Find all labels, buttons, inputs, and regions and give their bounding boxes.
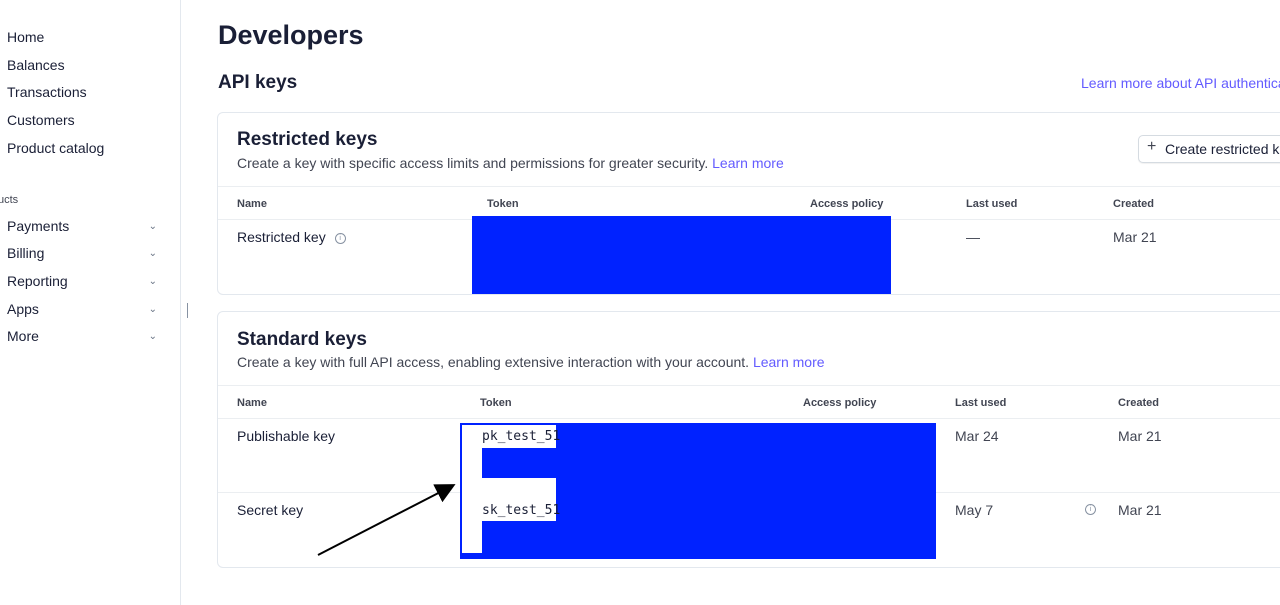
sidebar-section-label: ucts xyxy=(0,194,19,206)
sidebar-resize-handle[interactable] xyxy=(187,303,188,318)
secret-key-last-used: May 7 xyxy=(955,502,994,518)
publishable-key-name: Publishable key xyxy=(237,428,336,444)
column-header-created: Created xyxy=(1113,198,1154,210)
divider xyxy=(218,418,1280,419)
secret-key-token[interactable]: sk_test_51 xyxy=(482,503,560,518)
chevron-down-icon: ⌄ xyxy=(148,275,157,287)
publishable-key-token[interactable]: pk_test_51 xyxy=(482,429,560,444)
learn-more-api-auth-link[interactable]: Learn more about API authentica xyxy=(1081,75,1280,91)
column-header-access-policy: Access policy xyxy=(803,397,877,409)
secret-key-name: Secret key xyxy=(237,502,304,518)
plus-icon: + xyxy=(1147,138,1157,155)
section-title-api-keys: API keys xyxy=(218,72,298,93)
restricted-key-last-used: — xyxy=(966,229,980,245)
sidebar-item-more[interactable]: More ⌄ xyxy=(7,328,159,344)
create-restricted-key-button[interactable]: + Create restricted ke xyxy=(1138,135,1280,163)
publishable-key-created: Mar 21 xyxy=(1118,428,1162,444)
column-header-access-policy: Access policy xyxy=(810,198,884,210)
sidebar: Home Balances Transactions Customers Pro… xyxy=(0,0,181,605)
column-header-last-used: Last used xyxy=(966,198,1018,210)
info-icon[interactable]: i xyxy=(1085,504,1096,515)
divider xyxy=(218,186,1280,187)
info-icon[interactable]: i xyxy=(334,232,346,244)
redacted-restricted-token xyxy=(472,216,891,294)
divider xyxy=(218,385,1280,386)
chevron-down-icon: ⌄ xyxy=(148,303,157,315)
restricted-key-created: Mar 21 xyxy=(1113,229,1157,245)
column-header-token: Token xyxy=(487,198,519,210)
column-header-name: Name xyxy=(237,198,267,210)
column-header-last-used: Last used xyxy=(955,397,1007,409)
sidebar-item-billing[interactable]: Billing ⌄ xyxy=(7,245,159,261)
sidebar-item-apps[interactable]: Apps ⌄ xyxy=(7,301,159,317)
sidebar-item-product-catalog[interactable]: Product catalog xyxy=(7,140,159,156)
sidebar-item-customers[interactable]: Customers xyxy=(7,112,159,128)
page-title: Developers xyxy=(218,20,364,50)
standard-keys-title: Standard keys xyxy=(237,329,367,350)
restricted-key-name[interactable]: Restricted key i xyxy=(237,229,346,245)
sidebar-item-transactions[interactable]: Transactions xyxy=(7,84,159,100)
chevron-down-icon: ⌄ xyxy=(148,220,157,232)
chevron-down-icon: ⌄ xyxy=(148,330,157,342)
sidebar-item-home[interactable]: Home xyxy=(7,29,159,45)
column-header-name: Name xyxy=(237,397,267,409)
column-header-token: Token xyxy=(480,397,512,409)
publishable-key-last-used: Mar 24 xyxy=(955,428,999,444)
chevron-down-icon: ⌄ xyxy=(148,247,157,259)
sidebar-item-payments[interactable]: Payments ⌄ xyxy=(7,218,159,234)
token-reveal-area xyxy=(462,448,482,478)
annotation-arrow xyxy=(317,484,456,556)
restricted-keys-description: Create a key with specific access limits… xyxy=(237,155,784,171)
restricted-keys-title: Restricted keys xyxy=(237,129,378,150)
sidebar-item-reporting[interactable]: Reporting ⌄ xyxy=(7,273,159,289)
standard-learn-more-link[interactable]: Learn more xyxy=(753,354,825,370)
secret-key-created: Mar 21 xyxy=(1118,502,1162,518)
token-reveal-area xyxy=(462,478,556,501)
standard-keys-description: Create a key with full API access, enabl… xyxy=(237,354,825,370)
sidebar-item-balances[interactable]: Balances xyxy=(7,57,159,73)
restricted-learn-more-link[interactable]: Learn more xyxy=(712,155,784,171)
column-header-created: Created xyxy=(1118,397,1159,409)
